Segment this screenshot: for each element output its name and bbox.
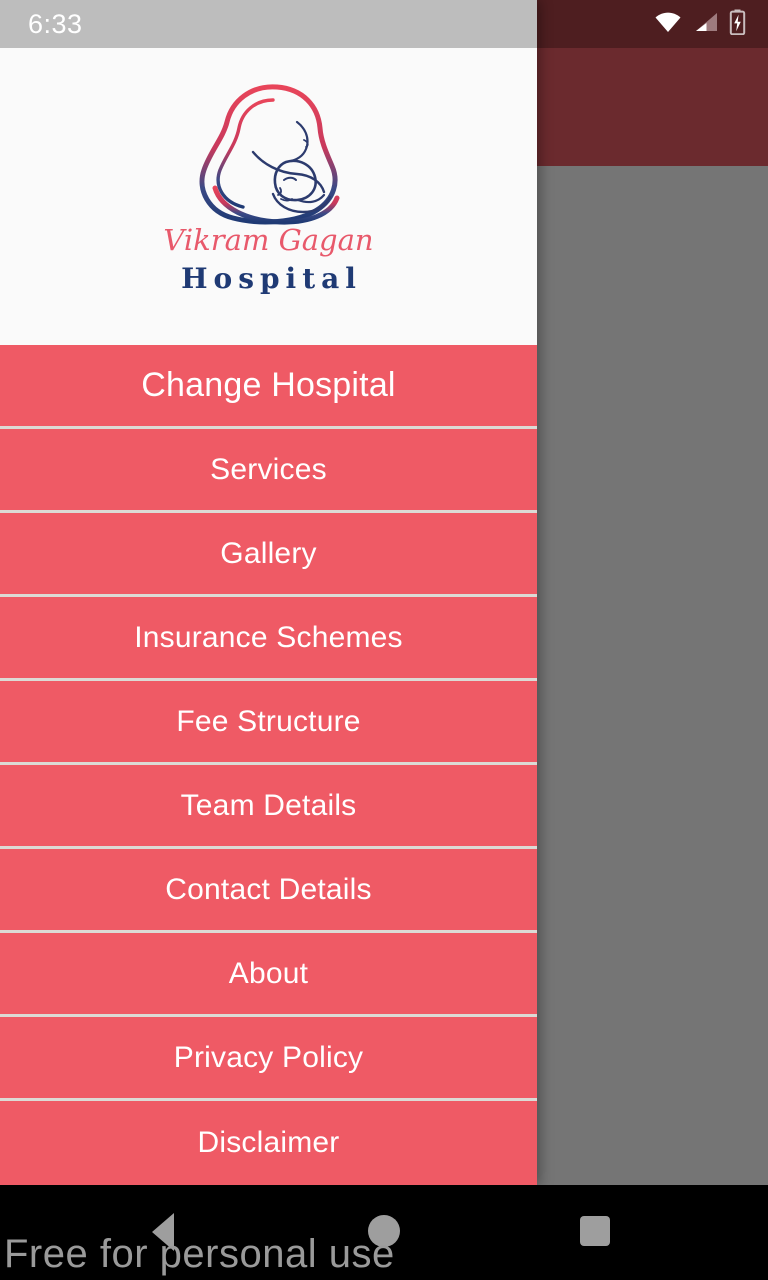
battery-charging-icon [729,9,746,40]
recents-icon[interactable] [580,1216,610,1246]
menu-item-gallery[interactable]: Gallery [0,513,537,597]
menu-item-label: Gallery [220,536,317,570]
menu-item-team-details[interactable]: Team Details [0,765,537,849]
menu-item-label: Insurance Schemes [134,620,403,654]
android-navigation-bar [0,1185,768,1280]
logo-name-text: Vikram Gagan [163,222,374,257]
menu-item-disclaimer[interactable]: Disclaimer [0,1101,537,1185]
menu-item-label: Change Hospital [141,366,396,404]
menu-item-privacy-policy[interactable]: Privacy Policy [0,1017,537,1101]
menu-item-label: Privacy Policy [173,1040,364,1074]
drawer-status-bar: 6:33 [0,0,537,48]
drawer-menu-list: Change Hospital Services Gallery Insuran… [0,345,537,1185]
menu-item-label: Services [210,452,327,486]
menu-item-services[interactable]: Services [0,429,537,513]
menu-item-change-hospital[interactable]: Change Hospital [0,345,537,429]
menu-item-label: Disclaimer [197,1126,340,1159]
status-bar-icons [653,8,746,40]
cellular-signal-icon [693,10,719,39]
wifi-icon [653,10,683,39]
menu-item-fee-structure[interactable]: Fee Structure [0,681,537,765]
drawer-header: Vikram Gagan Hospital [0,48,537,345]
menu-item-label: Team Details [180,788,357,822]
menu-item-label: Fee Structure [176,704,361,738]
mother-and-baby-logo-icon [185,78,353,230]
menu-item-contact-details[interactable]: Contact Details [0,849,537,933]
menu-item-label: About [228,956,309,990]
menu-item-insurance-schemes[interactable]: Insurance Schemes [0,597,537,681]
navigation-drawer: 6:33 Vikram Gagan Hospital Change Hospit… [0,0,537,1185]
menu-item-label: Contact Details [165,872,372,906]
menu-item-about[interactable]: About [0,933,537,1017]
back-icon[interactable] [152,1213,174,1251]
home-icon[interactable] [368,1215,400,1247]
phone-screen: 6:33 Vikram Gagan Hospital Change Hospit… [0,0,768,1280]
hospital-logo: Vikram Gagan Hospital [154,72,384,322]
status-bar-clock: 6:33 [28,9,83,39]
logo-sub-text: Hospital [181,261,362,295]
